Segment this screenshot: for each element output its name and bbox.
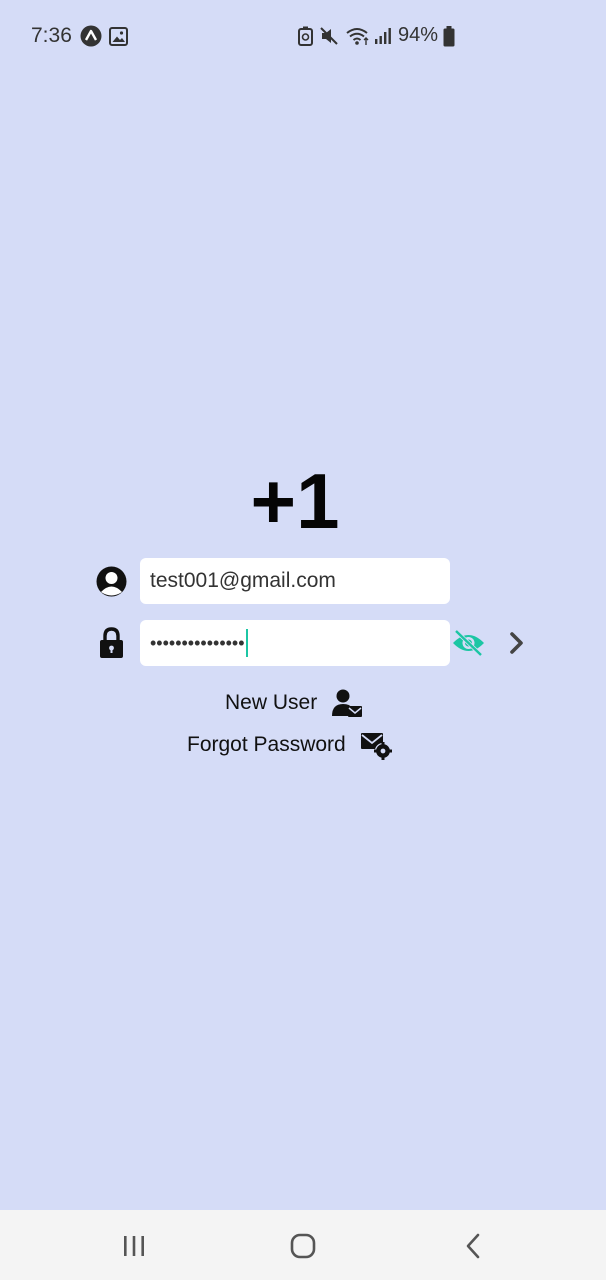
- eye-off-icon[interactable]: [451, 629, 486, 657]
- password-input[interactable]: •••••••••••••••: [140, 620, 450, 666]
- new-user-link[interactable]: New User: [225, 688, 363, 718]
- forgot-password-label: Forgot Password: [187, 733, 346, 756]
- battery-percentage: 94%: [398, 24, 439, 46]
- navigation-bar: [0, 1210, 606, 1280]
- signal-icon: [375, 28, 391, 44]
- user-mail-icon: [332, 689, 363, 717]
- chevron-right-icon[interactable]: [508, 631, 526, 655]
- back-icon[interactable]: [463, 1233, 483, 1259]
- wifi-icon: [346, 28, 369, 45]
- mute-icon: [320, 27, 338, 45]
- app-logo-text: +1: [250, 457, 340, 545]
- battery-saver-icon: [298, 26, 313, 46]
- password-mask: •••••••••••••••: [150, 632, 245, 653]
- notification-app-icon: [80, 25, 102, 47]
- lock-icon: [100, 627, 123, 658]
- email-value: test001@gmail.com: [150, 569, 336, 592]
- forgot-password-link[interactable]: Forgot Password: [187, 730, 392, 760]
- new-user-label: New User: [225, 691, 318, 714]
- email-input[interactable]: test001@gmail.com: [140, 558, 450, 604]
- user-icon: [96, 566, 127, 597]
- home-icon[interactable]: [290, 1233, 316, 1259]
- mail-gear-icon: [360, 733, 392, 760]
- gallery-notification-icon: [109, 27, 128, 46]
- text-cursor: [245, 629, 248, 657]
- status-bar: 7:36 94%: [0, 0, 606, 72]
- status-time: 7:36: [31, 24, 72, 47]
- recent-apps-icon[interactable]: [122, 1234, 146, 1258]
- battery-icon: [443, 26, 455, 47]
